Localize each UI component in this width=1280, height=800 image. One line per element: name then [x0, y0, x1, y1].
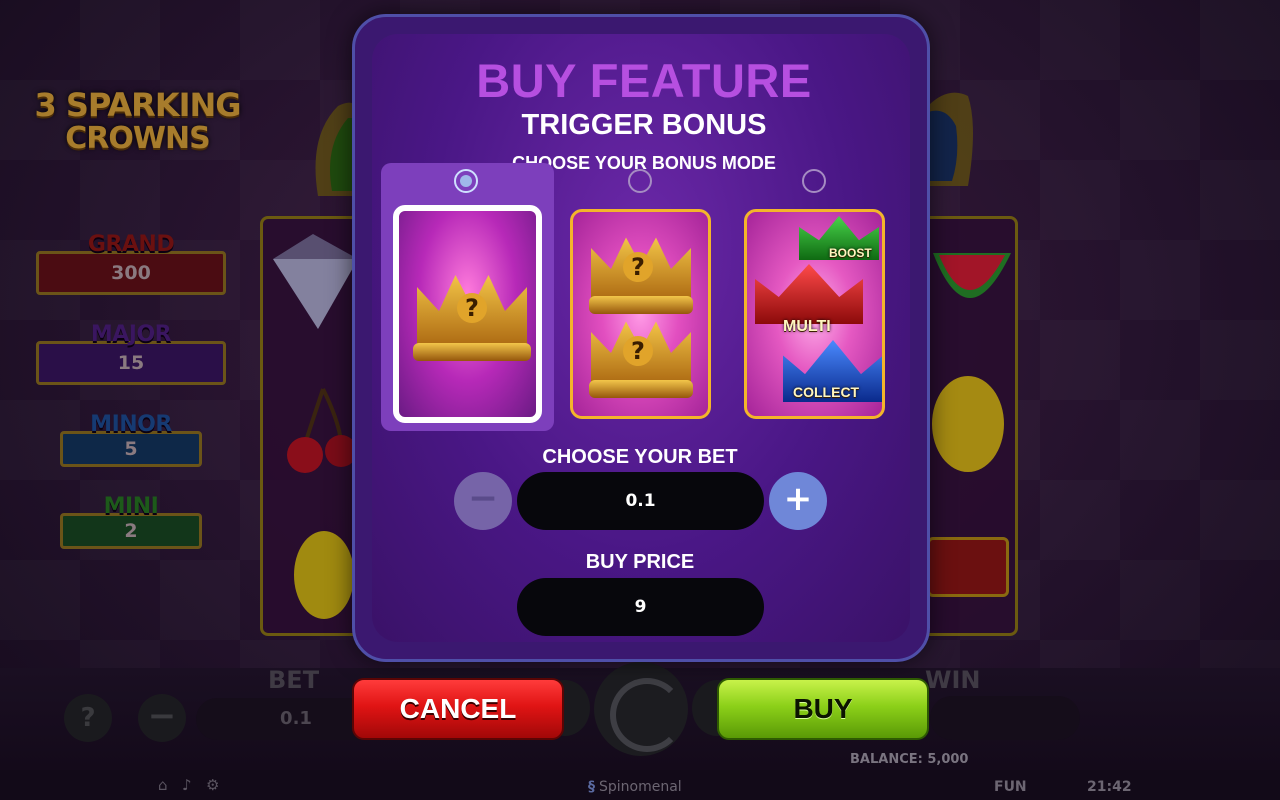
- buy-button[interactable]: BUY: [717, 678, 929, 740]
- bet-increase-button[interactable]: +: [769, 472, 827, 530]
- bonus-option-1-radio[interactable]: [454, 169, 478, 193]
- buy-price-value: 9: [517, 578, 764, 636]
- jackpot-value: 15: [36, 341, 226, 385]
- help-icon: ?: [80, 703, 96, 733]
- brand-name: Spinomenal: [599, 779, 682, 795]
- dialog-subtitle: TRIGGER BONUS: [521, 109, 767, 141]
- crown-band: [589, 380, 693, 398]
- crown-icon: [928, 92, 973, 186]
- bet-label: BET: [268, 666, 320, 694]
- buy-price-label: BUY PRICE: [585, 551, 695, 573]
- logo-line-2: CROWNS: [65, 121, 210, 156]
- jackpot-value: 300: [36, 251, 226, 295]
- provider-brand: § Spinomenal: [588, 779, 682, 795]
- minus-icon: −: [467, 478, 499, 519]
- watermelon-icon: [933, 253, 1011, 298]
- jackpot-value: 2: [60, 513, 202, 549]
- plus-icon: +: [783, 479, 813, 519]
- help-button[interactable]: ?: [64, 694, 112, 742]
- bet-value-field: 0.1: [517, 472, 764, 530]
- bonus-option-2-radio[interactable]: [628, 169, 652, 193]
- lemon-icon: [294, 531, 354, 619]
- bet-decrease-button[interactable]: −: [454, 472, 512, 530]
- clock: 21:42: [1087, 779, 1132, 795]
- jackpot-grand: GRAND 300: [36, 232, 226, 295]
- dialog-title: BUY FEATURE: [476, 54, 812, 107]
- bet-decrease-button[interactable]: −: [138, 694, 186, 742]
- question-mark-icon: ?: [623, 336, 653, 366]
- minus-icon: −: [147, 696, 177, 736]
- win-value: [930, 696, 1080, 740]
- logo-line-1: 3 SPARKING: [34, 86, 241, 124]
- red-crown-icon: [755, 264, 863, 324]
- cancel-button[interactable]: CANCEL: [352, 678, 564, 740]
- crown-icon: [315, 102, 358, 196]
- bonus-option-1-card[interactable]: ?: [393, 205, 542, 423]
- question-mark-icon: ?: [623, 252, 653, 282]
- balance-display: BALANCE: 5,000: [850, 752, 969, 767]
- status-icons: ⌂ ♪ ⚙: [158, 776, 224, 794]
- boost-label: BOOST: [829, 246, 872, 260]
- win-label: WIN: [925, 666, 981, 694]
- crown-band: [589, 296, 693, 314]
- brand-logo-icon: §: [588, 779, 595, 795]
- choose-bet-label: CHOOSE YOUR BET: [542, 446, 738, 468]
- home-icon[interactable]: ⌂: [158, 776, 176, 794]
- bonus-option-2-card[interactable]: ? ?: [570, 209, 711, 419]
- jackpot-mini: MINI 2: [60, 494, 202, 549]
- bonus-option-3-card[interactable]: BOOST MULTI COLLECT: [744, 209, 885, 419]
- play-mode: FUN: [994, 779, 1027, 795]
- game-logo: 3 SPARKING CROWNS: [10, 88, 265, 156]
- collect-label: COLLECT: [793, 384, 860, 400]
- spin-button[interactable]: [594, 662, 688, 756]
- diamond-icon: [273, 234, 358, 329]
- multi-label: MULTI: [783, 318, 831, 335]
- settings-icon[interactable]: ⚙: [206, 776, 224, 794]
- crown-band: [413, 343, 531, 361]
- jackpot-major: MAJOR 15: [36, 322, 226, 385]
- bonus-option-3-radio[interactable]: [802, 169, 826, 193]
- sound-icon[interactable]: ♪: [182, 776, 200, 794]
- question-mark-icon: ?: [457, 293, 487, 323]
